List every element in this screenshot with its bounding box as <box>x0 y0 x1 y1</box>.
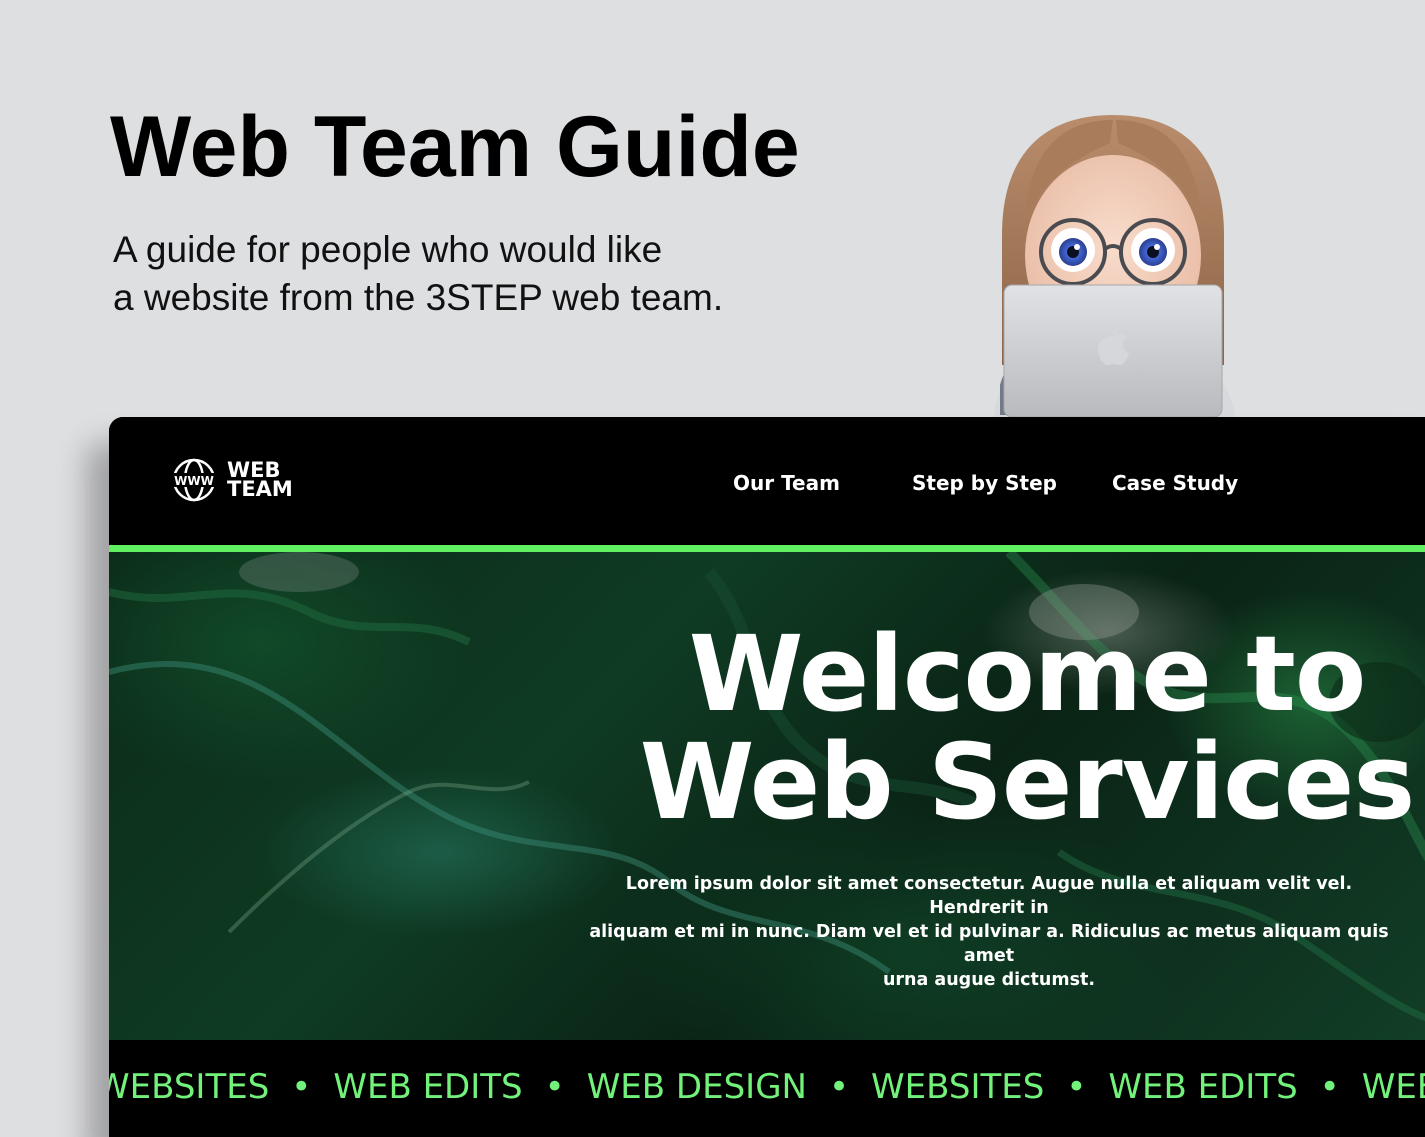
ticker-item: WEBSITES <box>871 1067 1045 1107</box>
hero-description-line-3: urna augue dictumst. <box>882 970 1096 990</box>
guide-subtitle-line-1: A guide for people who would like <box>113 229 663 270</box>
ticker-item: WEB DESIGN <box>1361 1067 1425 1107</box>
svg-text:WWW: WWW <box>174 474 214 488</box>
ticker-separator: • <box>544 1067 565 1107</box>
ticker-item: WEB EDITS <box>333 1067 523 1107</box>
nav-item-our-team[interactable]: Our Team <box>733 471 840 495</box>
ticker-item: WEBSITES <box>109 1067 270 1107</box>
hero-section: Welcome to Web Services Lorem ipsum dolo… <box>109 552 1425 1040</box>
ticker-separator: • <box>291 1067 312 1107</box>
logo-text: WEB TEAM <box>227 460 293 501</box>
nav-item-case-study[interactable]: Case Study <box>1112 471 1238 495</box>
hero-description-line-1: Lorem ipsum dolor sit amet consectetur. … <box>625 874 1353 918</box>
site-logo[interactable]: WWW WEB TEAM <box>171 457 293 503</box>
ticker-separator: • <box>1066 1067 1087 1107</box>
guide-subtitle: A guide for people who would like a webs… <box>113 226 723 322</box>
hero-title: Welcome to Web Services <box>627 620 1425 836</box>
nav-item-step-by-step[interactable]: Step by Step <box>912 471 1057 495</box>
site-header: WWW WEB TEAM Our Team Step by Step Case … <box>109 417 1425 552</box>
ticker-item: WEB EDITS <box>1108 1067 1298 1107</box>
hero-title-line-2: Web Services <box>639 721 1415 843</box>
hero-title-line-1: Welcome to <box>688 613 1367 735</box>
ticker-row: WEBSITES • WEB EDITS • WEB DESIGN • WEBSITES • W… <box>109 1067 1425 1107</box>
services-ticker: WEBSITES • WEB EDITS • WEB DESIGN • WEBSITES • W… <box>109 1040 1425 1137</box>
website-mockup: WWW WEB TEAM Our Team Step by Step Case … <box>109 417 1425 1137</box>
hero-description-line-2: aliquam et mi in nunc. Diam vel et id pu… <box>589 922 1389 966</box>
ticker-item: WEB DESIGN <box>586 1067 807 1107</box>
guide-title: Web Team Guide <box>110 99 800 195</box>
ticker-separator: • <box>1319 1067 1340 1107</box>
logo-text-line-2: TEAM <box>227 477 293 501</box>
ticker-separator: • <box>828 1067 850 1107</box>
avatar-with-laptop-icon <box>993 115 1236 420</box>
guide-subtitle-line-2: a website from the 3STEP web team. <box>113 277 724 318</box>
hero-description: Lorem ipsum dolor sit amet consectetur. … <box>584 872 1394 992</box>
globe-www-icon: WWW <box>171 458 217 502</box>
